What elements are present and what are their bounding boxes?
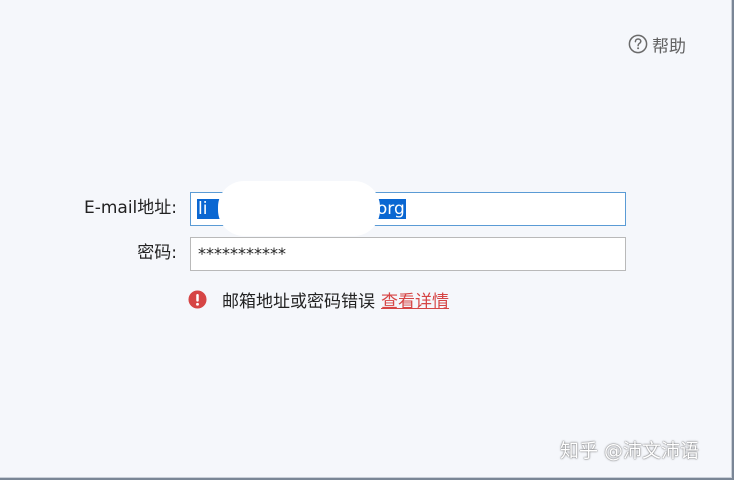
watermark: 知乎 @沛文沛语	[560, 440, 700, 462]
view-details-link[interactable]: 查看详情	[381, 287, 449, 312]
login-dialog: 帮助 E-mail地址: li .org 密码: *********** 邮箱地址…	[0, 0, 732, 478]
email-value-prefix: li	[198, 199, 208, 219]
error-message: 邮箱地址或密码错误 查看详情	[188, 286, 449, 312]
help-label: 帮助	[652, 36, 686, 57]
email-label: E-mail地址:	[83, 198, 177, 218]
error-text: 邮箱地址或密码错误	[222, 291, 375, 312]
question-circle-icon	[628, 34, 648, 54]
help-button[interactable]: 帮助	[628, 32, 686, 57]
password-value: ***********	[198, 244, 286, 263]
redaction-mask	[218, 181, 380, 236]
password-field[interactable]: ***********	[190, 237, 626, 271]
exclamation-circle-icon	[188, 289, 207, 309]
password-label: 密码:	[137, 243, 177, 263]
